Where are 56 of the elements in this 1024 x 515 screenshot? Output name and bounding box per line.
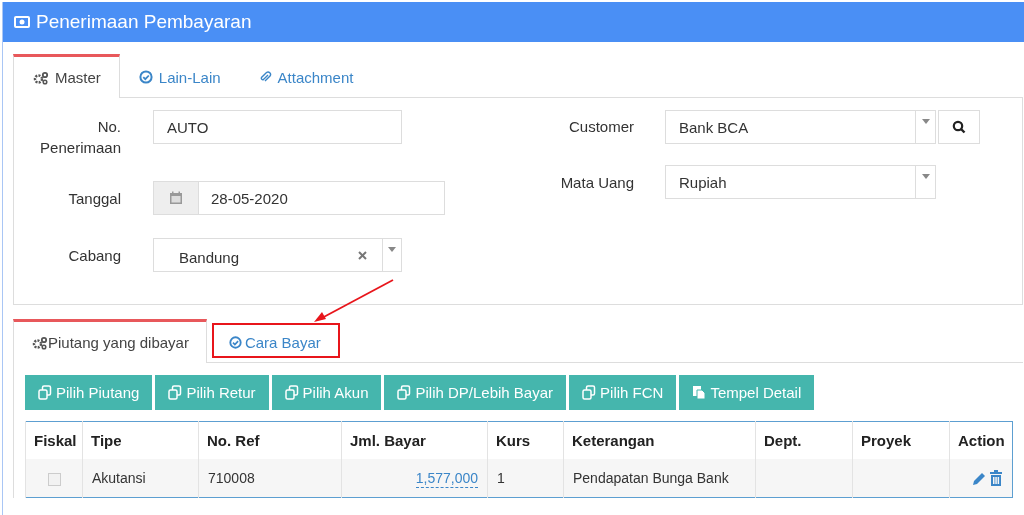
search-button[interactable]	[938, 110, 980, 144]
checkbox[interactable]	[47, 472, 61, 486]
date-field[interactable]: 28-05-2020	[153, 181, 445, 215]
toolbar-button[interactable]: Pilih Piutang	[25, 375, 153, 410]
copy-icon	[582, 385, 597, 400]
table-cell: 1	[497, 469, 505, 486]
column-header: Fiskal	[25, 421, 83, 459]
column-header: Jml. Bayar	[341, 421, 488, 459]
toolbar-button[interactable]: Tempel Detail	[679, 375, 815, 410]
trash-icon[interactable]	[989, 470, 1003, 487]
tab[interactable]: Cara Bayar	[210, 322, 341, 359]
caret-icon	[388, 247, 396, 252]
select-field[interactable]: Rupiah	[665, 165, 936, 199]
money-icon	[14, 16, 30, 28]
column-header: Keterangan	[563, 421, 756, 459]
toolbar-button[interactable]: Pilih Akun	[271, 375, 382, 410]
table-cell: 710008	[208, 469, 255, 486]
field-label: Mata Uang	[559, 173, 634, 193]
toolbar-button[interactable]: Pilih FCN	[569, 375, 677, 410]
column-header: Proyek	[852, 421, 950, 459]
column-header: Kurs	[487, 421, 564, 459]
field-label: Tanggal	[67, 189, 121, 209]
toolbar-button[interactable]: Pilih DP/Lebih Bayar	[384, 375, 567, 410]
field-label: Customer	[567, 117, 634, 137]
check-circle-icon	[138, 70, 153, 84]
edit-icon[interactable]	[972, 470, 987, 486]
select-field[interactable]: Bank BCA	[665, 110, 936, 144]
column-header: Tipe	[82, 421, 199, 459]
gears-icon	[32, 335, 48, 350]
search-icon	[952, 120, 966, 134]
toolbar-button[interactable]: Pilih Retur	[155, 375, 269, 410]
tab[interactable]: Lain-Lain	[119, 54, 239, 97]
select-field[interactable]: Bandung	[153, 238, 402, 272]
tab[interactable]: Master	[13, 54, 120, 98]
copy-icon	[284, 385, 299, 400]
field-label: No. Penerimaan	[39, 117, 121, 158]
field-label: Cabang	[67, 246, 121, 266]
table-cell: Akutansi	[92, 469, 146, 486]
copy-icon	[397, 385, 412, 400]
copy-icon	[168, 385, 183, 400]
tab[interactable]: Attachment	[238, 54, 372, 97]
caret-icon	[921, 119, 930, 124]
window-title: Penerimaan Pembayaran	[36, 11, 252, 33]
column-header: No. Ref	[198, 421, 342, 459]
caret-icon	[921, 174, 930, 179]
calendar-icon	[169, 191, 183, 205]
table-cell: Pendapatan Bunga Bank	[573, 469, 729, 486]
paste-icon	[692, 385, 707, 400]
column-header: Dept.	[755, 421, 853, 459]
column-header: Action	[949, 421, 1013, 459]
copy-icon	[38, 385, 52, 400]
clear-icon[interactable]	[358, 250, 367, 260]
check-circle-icon	[228, 335, 242, 349]
gears-icon	[33, 70, 49, 85]
tab[interactable]: Piutang yang dibayar	[13, 319, 207, 363]
text-field[interactable]: AUTO	[153, 110, 402, 144]
